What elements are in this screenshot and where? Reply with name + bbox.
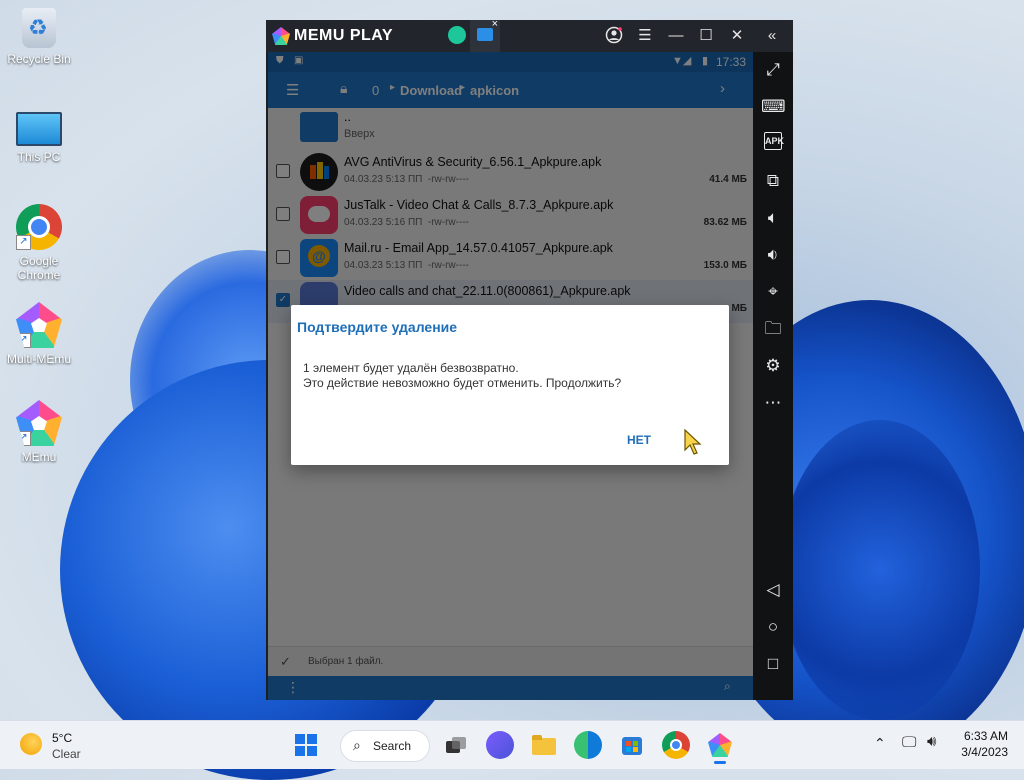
store-icon[interactable] bbox=[618, 731, 646, 759]
desktop-icon-label: Recycle Bin bbox=[7, 52, 71, 66]
multi-window-icon[interactable]: ⧉ bbox=[761, 169, 785, 193]
minimize-icon[interactable]: — bbox=[666, 26, 686, 46]
recents-icon[interactable]: □ bbox=[761, 652, 785, 676]
menu-icon[interactable]: ☰ bbox=[635, 26, 655, 46]
monitor-icon bbox=[16, 112, 62, 146]
tab-active[interactable]: × bbox=[470, 18, 500, 52]
memu-icon: ↗ bbox=[16, 400, 62, 446]
search-icon: ⌕ bbox=[353, 737, 361, 753]
desktop-icon-label: MEmu bbox=[21, 450, 57, 464]
volume-icon[interactable]: 🔊︎ bbox=[927, 733, 936, 750]
desktop-icon-this-pc[interactable]: This PC bbox=[0, 104, 78, 164]
mouse-cursor-icon bbox=[684, 428, 702, 455]
start-button[interactable] bbox=[292, 731, 320, 759]
desktop-icon-memu[interactable]: ↗ MEmu bbox=[0, 400, 78, 464]
volume-up-icon[interactable]: 🔈︎ bbox=[761, 206, 785, 230]
tab-close-icon[interactable]: × bbox=[492, 18, 498, 30]
weather-widget[interactable]: 5°C Clear bbox=[20, 729, 130, 761]
volume-down-icon[interactable]: 🔉︎ bbox=[761, 243, 785, 267]
active-indicator bbox=[714, 761, 726, 764]
moon-weather-icon bbox=[20, 733, 42, 755]
back-icon[interactable]: ◁ bbox=[761, 578, 785, 602]
collapse-icon[interactable]: « bbox=[762, 26, 782, 46]
chevron-up-icon[interactable]: ⌃ bbox=[874, 735, 886, 752]
apk-icon[interactable]: APK bbox=[764, 132, 784, 150]
desktop-icon-label: This PC bbox=[17, 150, 61, 164]
desktop-icon-label: Google Chrome bbox=[17, 254, 61, 282]
chrome-icon: ↗ bbox=[16, 204, 62, 250]
dialog-message: 1 элемент будет удалён безвозвратно. Это… bbox=[303, 361, 621, 391]
user-icon[interactable] bbox=[604, 26, 624, 46]
weather-temp: 5°C bbox=[52, 731, 73, 745]
wallpaper-bloom bbox=[780, 420, 980, 720]
settings-icon[interactable]: ⚙ bbox=[761, 354, 785, 378]
shortcut-arrow-icon: ↗ bbox=[16, 333, 31, 348]
memu-taskbar-icon[interactable] bbox=[706, 731, 734, 764]
recycle-bin-icon bbox=[22, 8, 56, 48]
close-icon[interactable]: ✕ bbox=[727, 26, 747, 46]
desktop-icon-recycle-bin[interactable]: Recycle Bin bbox=[0, 8, 78, 66]
edge-icon[interactable] bbox=[574, 731, 602, 759]
chrome-icon[interactable] bbox=[662, 731, 690, 759]
fullscreen-icon[interactable]: ⤢ bbox=[761, 58, 785, 82]
teams-chat-icon[interactable] bbox=[486, 731, 514, 759]
brand-text: MEMU PLAY bbox=[294, 27, 394, 44]
weather-desc: Clear bbox=[52, 747, 81, 761]
desktop-icon-google-chrome[interactable]: ↗ Google Chrome bbox=[0, 204, 78, 282]
network-icon[interactable]: 🖵︎ bbox=[902, 734, 916, 751]
dialog-message-line: Это действие невозможно будет отменить. … bbox=[303, 376, 622, 390]
emulator-sidebar: ⤢ ⌨ APK ⧉ 🔈︎ 🔉︎ ⌖ 🗀 ⚙ ⋯ ◁ ○ □ bbox=[753, 52, 793, 700]
maximize-icon[interactable]: ☐ bbox=[696, 26, 716, 46]
memu-logo: MEMU PLAY bbox=[272, 26, 393, 46]
location-icon[interactable]: ⌖ bbox=[761, 280, 785, 304]
shortcut-arrow-icon: ↗ bbox=[16, 431, 31, 446]
taskbar: 5°C Clear ⌕ Search ⌃ 🖵︎ 🔊︎ 6:33 AM 3/4/2… bbox=[0, 720, 1024, 769]
search-label: Search bbox=[373, 739, 412, 753]
memu-icon: ↗ bbox=[16, 302, 62, 348]
shortcut-arrow-icon: ↗ bbox=[16, 235, 31, 250]
keyboard-icon[interactable]: ⌨ bbox=[761, 95, 786, 119]
dialog-message-line: 1 элемент будет удалён безвозвратно. bbox=[303, 361, 519, 375]
memu-logo-icon bbox=[272, 27, 290, 45]
windows-icon bbox=[295, 734, 317, 756]
dialog-title: Подтвердите удаление bbox=[297, 319, 458, 335]
home-icon[interactable]: ○ bbox=[761, 615, 785, 639]
system-clock[interactable]: 6:33 AM 3/4/2023 bbox=[961, 728, 1008, 760]
folder-icon[interactable]: 🗀 bbox=[761, 317, 785, 341]
more-icon[interactable]: ⋯ bbox=[761, 391, 785, 415]
confirm-delete-dialog: Подтвердите удаление 1 элемент будет уда… bbox=[291, 305, 729, 465]
tab-app-icon[interactable] bbox=[448, 26, 466, 44]
titlebar: MEMU PLAY × ☰ — ☐ ✕ « bbox=[266, 18, 793, 52]
file-explorer-icon[interactable] bbox=[530, 731, 558, 759]
taskbar-search[interactable]: ⌕ Search bbox=[340, 730, 430, 762]
clock-time: 6:33 AM bbox=[963, 729, 1008, 743]
task-view-button[interactable] bbox=[440, 731, 468, 759]
no-button[interactable]: НЕТ bbox=[627, 433, 651, 447]
desktop-icon-multi-memu[interactable]: ↗ Multi-MEmu bbox=[0, 302, 78, 366]
clock-date: 3/4/2023 bbox=[961, 745, 1008, 759]
desktop-icon-label: Multi-MEmu bbox=[6, 352, 71, 366]
